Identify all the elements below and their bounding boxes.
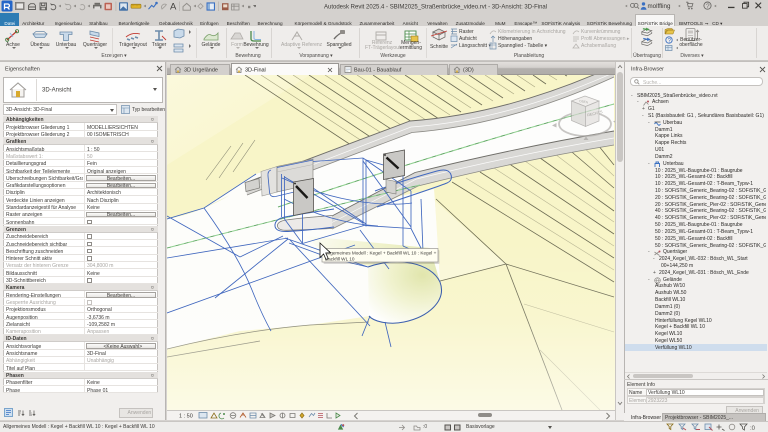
svg-text:Allgemeines Modell : Kegel + B: Allgemeines Modell : Kegel + Backfill WL… xyxy=(325,251,437,256)
svg-text:Backfill WL 10: Backfill WL 10 xyxy=(325,257,355,262)
svg-text:?: ? xyxy=(706,3,710,10)
svg-text:?: ? xyxy=(668,38,672,44)
svg-text::0: :0 xyxy=(750,426,756,431)
svg-text:A: A xyxy=(170,2,177,12)
svg-text:molffling: molffling xyxy=(648,3,671,10)
